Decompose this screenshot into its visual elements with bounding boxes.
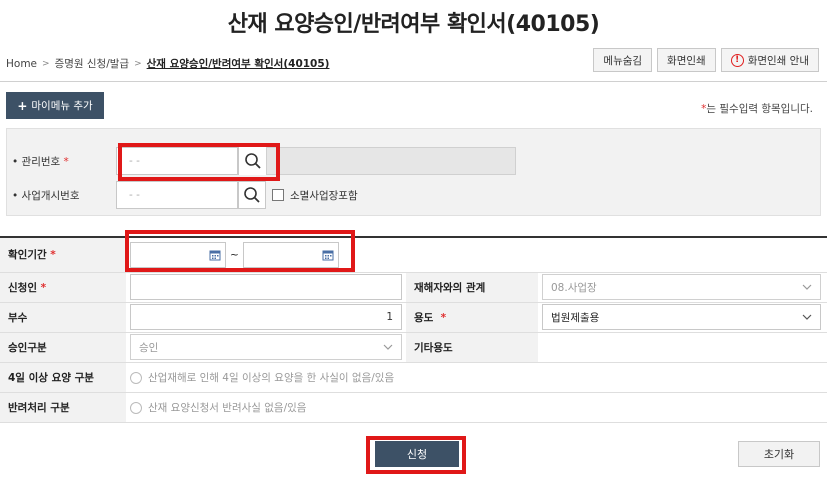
menu-hide-button[interactable]: 메뉴숨김 (593, 48, 653, 72)
page-title: 산재 요양승인/반려여부 확인서(40105) (227, 12, 600, 37)
mgmt-no-label: • 관리번호 * (12, 155, 69, 168)
chevron-right-icon: > (134, 58, 142, 69)
breadcrumb-home[interactable]: Home (6, 58, 37, 70)
print-guide-button[interactable]: ! 화면인쇄 안내 (720, 48, 819, 72)
other-purpose-value (538, 332, 827, 363)
breadcrumb: Home > 증명원 신청/발급 > 산재 요양승인/반려여부 확인서(4010… (6, 56, 329, 71)
required-note: *는 필수입력 항목입니다. (701, 103, 813, 115)
copies-label: 부수 (0, 302, 126, 333)
biz-no-row: • 사업개시번호 - - 소멸사업장포함 (12, 181, 358, 209)
chevron-down-icon (802, 314, 812, 320)
four-day-radio[interactable] (130, 371, 142, 384)
plus-icon: + (17, 98, 28, 113)
relation-select[interactable]: 08.사업장 (542, 274, 821, 300)
biz-no-label: • 사업개시번호 (12, 189, 80, 202)
reject-radio[interactable] (130, 401, 142, 414)
chevron-right-icon: > (42, 58, 50, 69)
purpose-select[interactable]: 법원제출용 (542, 304, 821, 330)
business-name-readonly (266, 147, 516, 175)
approval-type-select[interactable]: 승인 (130, 334, 402, 360)
four-day-radio-group: 산업재해로 인해 4일 이상의 요양을 한 사실이 없음/있음 (126, 362, 827, 393)
period-label: 확인기간 * (0, 238, 126, 273)
approval-type-label: 승인구분 (0, 332, 126, 363)
other-purpose-label: 기타용도 (406, 332, 538, 363)
search-button-2[interactable] (238, 181, 266, 209)
alert-icon: ! (730, 53, 744, 67)
highlight-mgmt-no (118, 143, 280, 181)
biz-no-input[interactable]: - - (116, 181, 238, 209)
add-my-menu-button[interactable]: + 마이메뉴 추가 (6, 92, 104, 119)
applicant-input[interactable] (130, 274, 402, 300)
chevron-down-icon (802, 284, 812, 290)
copies-input[interactable]: 1 (130, 304, 402, 330)
include-closed-checkbox[interactable] (272, 189, 284, 201)
breadcrumb-current[interactable]: 산재 요양승인/반려여부 확인서(40105) (147, 56, 330, 71)
highlight-period (125, 230, 355, 272)
purpose-label: 용도 * (406, 302, 538, 333)
include-closed-label: 소멸사업장포함 (290, 189, 358, 202)
print-button[interactable]: 화면인쇄 (657, 48, 716, 72)
breadcrumb-level1[interactable]: 증명원 신청/발급 (55, 56, 130, 71)
chevron-down-icon (383, 344, 393, 350)
four-day-label: 4일 이상 요양 구분 (0, 362, 126, 393)
reset-button[interactable]: 초기화 (738, 441, 820, 467)
relation-label: 재해자와의 관계 (406, 272, 538, 303)
search-icon (244, 187, 260, 203)
reject-radio-group: 산재 요양신청서 반려사실 없음/있음 (126, 392, 827, 423)
highlight-submit (366, 436, 466, 474)
divider (0, 81, 827, 82)
applicant-label: 신청인 * (0, 272, 126, 303)
reject-label: 반려처리 구분 (0, 392, 126, 423)
